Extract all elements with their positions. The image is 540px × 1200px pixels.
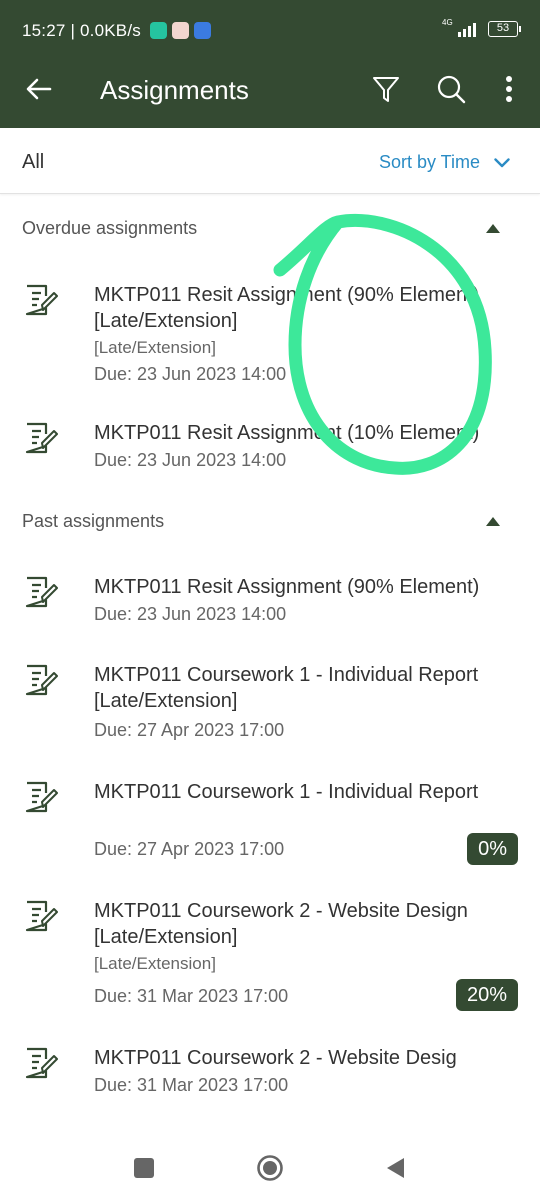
filter-bar: All Sort by Time [0,128,540,194]
past-section-header[interactable]: Past assignments [0,511,540,541]
sort-dropdown[interactable]: Sort by Time [379,152,510,173]
battery-icon: 53 [488,21,521,37]
status-bar: 15:27 | 0.0KB/s 4G 53 [0,0,540,52]
grade-badge: 0% [467,833,518,865]
assignment-subtitle: [Late/Extension] [94,338,216,357]
assignment-title: MKTP011 Coursework 1 - Individual Report… [94,664,479,712]
status-indicators: 53 [456,21,521,37]
assignment-title: MKTP011 Coursework 1 - Individual Report [94,781,479,803]
docs-icon [194,22,211,39]
section-title: Past assignments [22,511,165,531]
assignment-icon [25,900,58,932]
home-icon[interactable] [256,1154,284,1182]
app-bar: Assignments [0,52,540,128]
battery-level: 53 [496,22,510,34]
assignment-due: Due: 23 Jun 2023 14:00 [94,450,287,470]
section-title: Overdue assignments [22,218,198,238]
assignment-icon [25,781,58,813]
assignment-due: Due: 27 Apr 2023 17:00 [94,720,285,740]
signal-icon [458,23,476,37]
assignment-subtitle: [Late/Extension] [94,954,216,973]
annotation-circle [273,214,492,475]
assignment-icon [25,1047,58,1079]
recent-apps-icon[interactable] [134,1158,154,1178]
assignment-due: Due: 23 Jun 2023 14:00 [94,604,287,624]
page-title: Assignments [100,75,249,105]
assignment-icon [25,422,58,454]
assignment-icon [25,664,58,696]
grade-badge: 20% [455,979,518,1011]
assignment-icon [25,576,58,608]
back-arrow-icon[interactable] [24,74,54,104]
collapse-triangle-icon[interactable] [485,515,501,527]
assignment-due: Due: 31 Mar 2023 17:00 [94,1075,289,1095]
more-options-icon[interactable] [496,74,522,104]
filter-icon[interactable] [371,74,401,104]
search-icon[interactable] [436,74,466,104]
system-nav-bar [0,1140,540,1200]
assignment-icon [25,284,58,316]
status-app-icons [150,22,211,39]
chevron-down-icon [494,157,510,167]
assignment-due: Due: 23 Jun 2023 14:00 [94,364,287,384]
assignment-due: Due: 27 Apr 2023 17:00 [94,839,285,859]
status-time: 15:27 | 0.0KB/s [22,21,141,40]
assignment-title: MKTP011 Coursework 2 - Website Design [L… [94,900,468,948]
network-type: 4G [442,18,453,27]
sort-label: Sort by Time [378,152,480,172]
assignment-title: MKTP011 Resit Assignment (90% Element) [94,576,480,598]
assignment-title: MKTP011 Coursework 2 - Website Desig [94,1047,457,1069]
app-notification-icon [172,22,189,39]
assignment-due: Due: 31 Mar 2023 17:00 [94,986,289,1006]
back-triangle-icon[interactable] [384,1156,406,1180]
whatsapp-icon [150,22,167,39]
filter-all-label[interactable]: All [22,151,44,174]
